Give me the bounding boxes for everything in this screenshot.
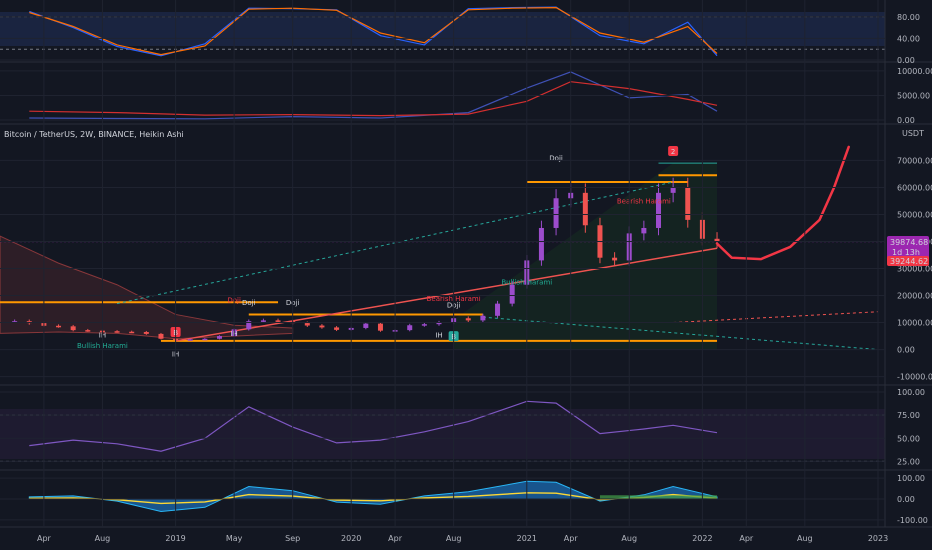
candle[interactable] xyxy=(538,227,544,261)
candle[interactable] xyxy=(129,331,135,334)
candle[interactable] xyxy=(685,187,691,220)
chart-background xyxy=(0,0,932,550)
y-tick-label: 50.00 xyxy=(897,434,920,443)
x-tick-label: May xyxy=(226,534,243,543)
candle[interactable] xyxy=(260,320,266,322)
current-price-label: 39874.68 xyxy=(890,238,928,247)
candle[interactable] xyxy=(275,320,281,322)
y-tick-label: 100.00 xyxy=(897,388,925,397)
candle[interactable] xyxy=(143,332,149,334)
chart-title: Bitcoin / TetherUS, 2W, BINANCE, Heikin … xyxy=(4,130,184,139)
candle[interactable] xyxy=(158,333,164,339)
candle[interactable] xyxy=(509,284,515,304)
y-tick-label: 0.00 xyxy=(897,116,915,125)
y-tick-label: 25.00 xyxy=(897,457,920,466)
countdown-label: 1d 13h xyxy=(892,248,920,257)
momentum-histogram xyxy=(599,495,718,499)
candle[interactable] xyxy=(582,192,588,226)
y-tick-label: 0.00 xyxy=(897,495,915,504)
candle[interactable] xyxy=(334,327,340,330)
candle[interactable] xyxy=(480,315,486,321)
x-tick-label: 2020 xyxy=(341,534,361,543)
y-tick-label: 10000.00 xyxy=(897,67,932,76)
candle[interactable] xyxy=(217,336,222,339)
x-tick-label: 2021 xyxy=(517,534,537,543)
pattern-annotation: Bearish Harami xyxy=(617,198,671,206)
y-tick-label: 5000.00 xyxy=(897,91,930,100)
signal-badge-label: 2 xyxy=(671,148,675,156)
candle[interactable] xyxy=(495,303,501,316)
candle[interactable] xyxy=(641,227,647,234)
candle[interactable] xyxy=(421,324,427,326)
candle[interactable] xyxy=(114,331,120,333)
candle[interactable] xyxy=(202,338,208,341)
pattern-annotation: IH xyxy=(435,331,442,339)
x-tick-label: Apr xyxy=(739,534,754,543)
y-tick-label: 0.00 xyxy=(897,346,915,355)
y-tick-label: 75.00 xyxy=(897,411,920,420)
y-tick-label: 10000.00 xyxy=(897,319,932,328)
candle[interactable] xyxy=(553,198,559,228)
y-tick-label: -10000.00 xyxy=(897,373,932,382)
x-tick-label: Apr xyxy=(37,534,52,543)
candle[interactable] xyxy=(363,323,369,328)
candle[interactable] xyxy=(319,325,325,328)
x-tick-label: Aug xyxy=(797,534,813,543)
y-tick-label: 80.00 xyxy=(897,13,920,22)
projection-price-label: 39244.62 xyxy=(890,257,928,266)
x-tick-label: 2023 xyxy=(868,534,888,543)
x-tick-label: Sep xyxy=(285,534,300,543)
y-tick-label: 0.00 xyxy=(897,56,915,65)
pattern-annotation: Doji xyxy=(242,299,256,307)
y-tick-label: -100.00 xyxy=(897,516,928,525)
candle[interactable] xyxy=(670,187,676,193)
x-tick-label: Aug xyxy=(95,534,111,543)
x-tick-label: Aug xyxy=(446,534,462,543)
candle[interactable] xyxy=(377,323,383,331)
candle[interactable] xyxy=(407,325,413,331)
y-tick-label: 100.00 xyxy=(897,474,925,483)
candle[interactable] xyxy=(56,325,62,328)
x-tick-label: Aug xyxy=(621,534,637,543)
x-tick-label: Apr xyxy=(388,534,403,543)
chart-canvas[interactable]: DojiDojiDojiDojiDojiBearish HaramiBearis… xyxy=(0,0,932,550)
y-tick-label: 40.00 xyxy=(897,34,920,43)
candle[interactable] xyxy=(85,330,91,332)
x-tick-label: 2019 xyxy=(165,534,185,543)
currency-label: USDT xyxy=(902,129,924,138)
projection-price-badge: 39244.62 xyxy=(887,256,929,266)
y-tick-label: 60000.00 xyxy=(897,183,932,192)
rsi-band xyxy=(0,409,885,459)
rsi-panel[interactable] xyxy=(0,400,885,462)
x-tick-label: 2022 xyxy=(692,534,712,543)
y-tick-label: 70000.00 xyxy=(897,156,932,165)
y-tick-label: 20000.00 xyxy=(897,292,932,301)
candle[interactable] xyxy=(304,323,310,326)
candle[interactable] xyxy=(612,257,618,261)
x-tick-label: Apr xyxy=(564,534,579,543)
pattern-annotation: Doji xyxy=(549,154,563,162)
y-tick-label: 50000.00 xyxy=(897,210,932,219)
candle[interactable] xyxy=(465,318,471,321)
candle[interactable] xyxy=(187,339,193,341)
candle[interactable] xyxy=(70,326,76,331)
